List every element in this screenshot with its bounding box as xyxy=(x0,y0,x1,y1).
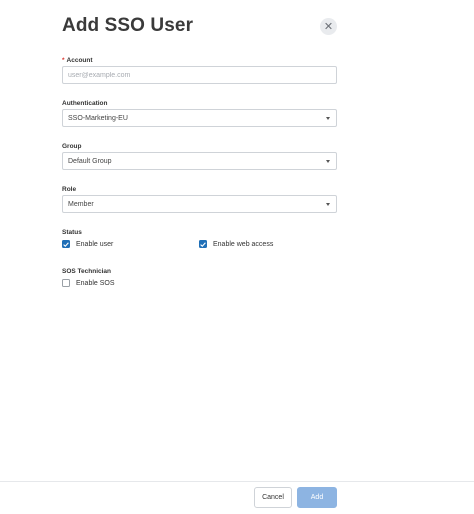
add-button[interactable]: Add xyxy=(297,487,337,508)
account-label: * Account xyxy=(62,57,93,64)
authentication-selected-value: SSO-Marketing-EU xyxy=(68,114,128,122)
enable-web-access-checkbox[interactable]: Enable web access xyxy=(199,240,273,248)
authentication-select[interactable]: SSO-Marketing-EU xyxy=(62,109,337,127)
enable-user-label: Enable user xyxy=(76,240,114,248)
status-label: Status xyxy=(62,229,82,236)
chevron-down-icon xyxy=(326,116,330,120)
sos-technician-label: SOS Technician xyxy=(62,268,112,275)
cancel-button[interactable]: Cancel xyxy=(254,487,292,508)
enable-sos-label: Enable SOS xyxy=(76,279,115,287)
chevron-down-icon xyxy=(326,159,330,163)
role-label: Role xyxy=(62,186,77,193)
add-sso-user-dialog: Add SSO User ✕ *Account Authentication S… xyxy=(0,0,474,514)
group-selected-value: Default Group xyxy=(68,157,112,165)
required-marker: * xyxy=(62,57,65,64)
group-select[interactable]: Default Group xyxy=(62,152,337,170)
group-label: Group xyxy=(62,143,82,150)
role-select[interactable]: Member xyxy=(62,195,337,213)
enable-sos-checkbox[interactable]: Enable SOS xyxy=(62,279,115,287)
enable-web-access-label: Enable web access xyxy=(213,240,274,248)
account-input[interactable] xyxy=(62,66,337,84)
close-icon[interactable]: ✕ xyxy=(320,18,337,35)
account-label-text: Account xyxy=(66,57,93,64)
checkbox-unchecked-icon xyxy=(62,279,70,287)
enable-user-checkbox[interactable]: Enable user xyxy=(62,240,113,248)
dialog-title: Add SSO User xyxy=(62,15,194,36)
chevron-down-icon xyxy=(326,202,330,206)
authentication-label: Authentication xyxy=(62,100,108,107)
checkbox-checked-icon xyxy=(62,240,70,248)
footer-divider xyxy=(0,481,474,482)
checkbox-checked-icon xyxy=(199,240,207,248)
role-selected-value: Member xyxy=(68,200,94,208)
